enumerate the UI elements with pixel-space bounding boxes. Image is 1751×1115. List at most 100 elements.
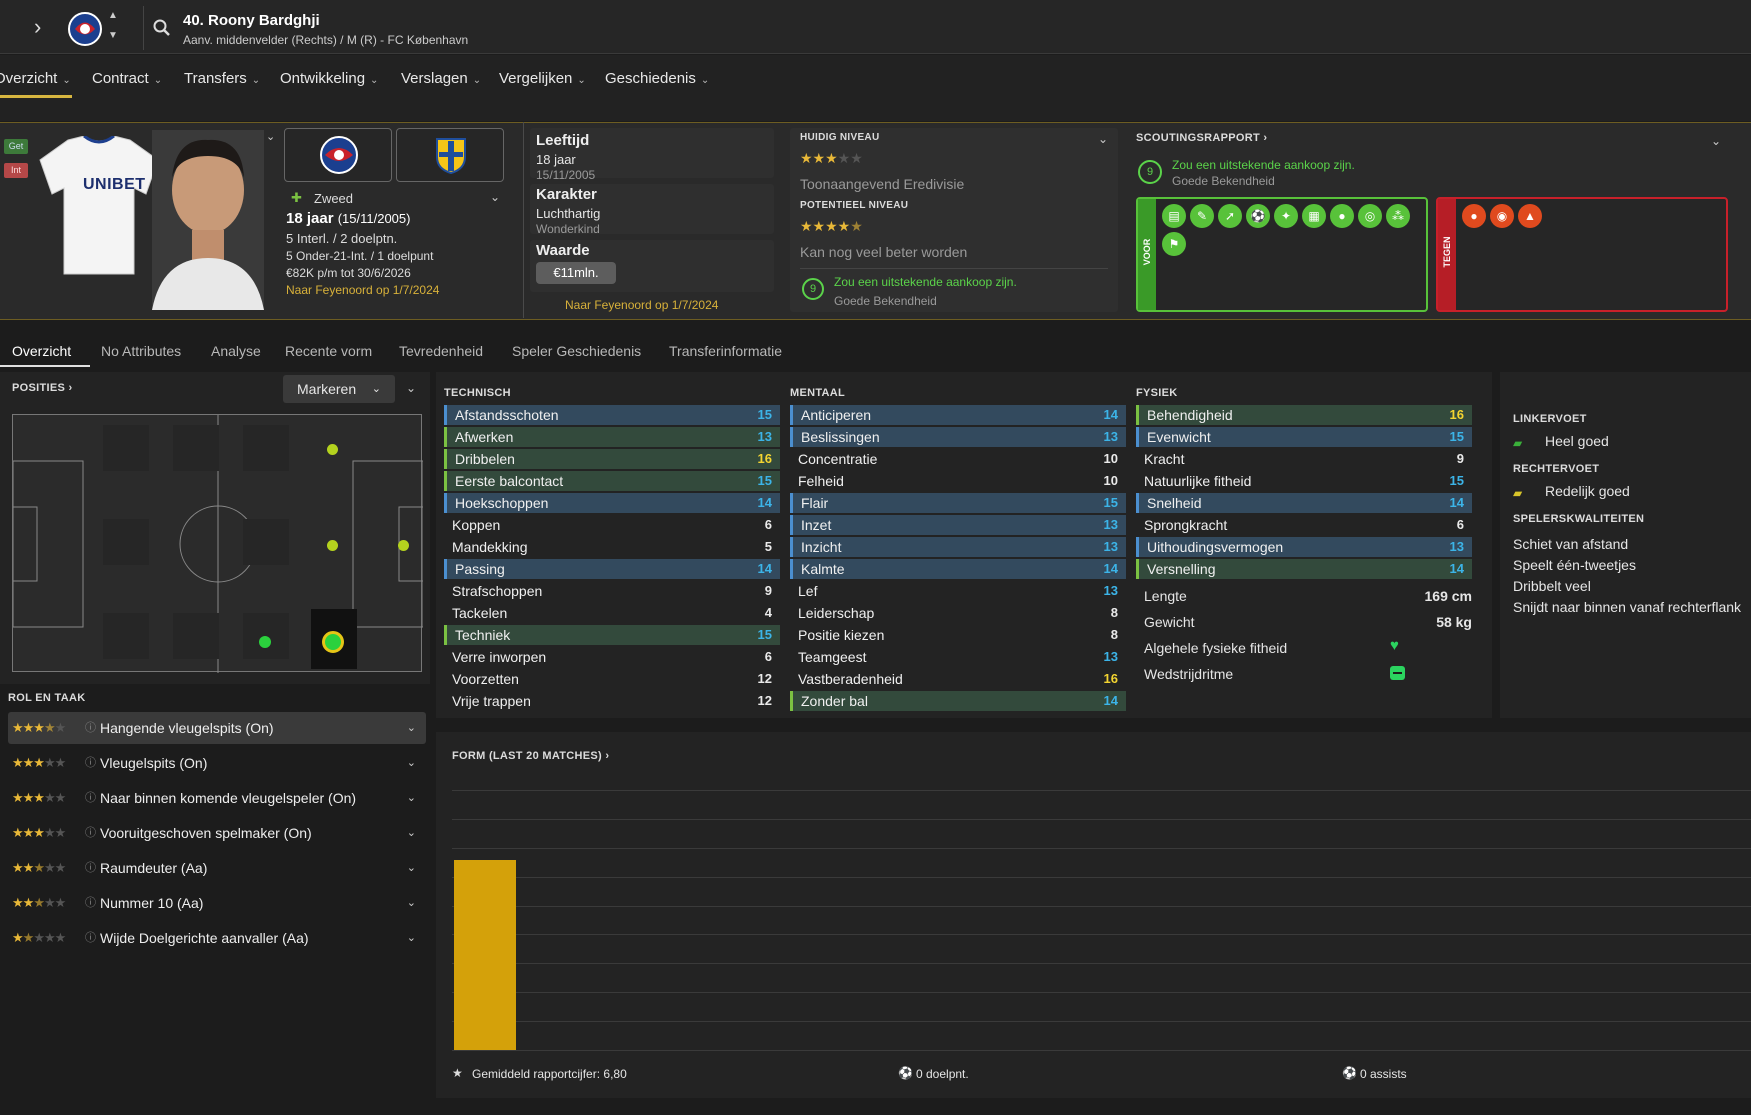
attribute-row[interactable]: Inzicht 13 — [790, 537, 1126, 557]
position-dot-wb[interactable] — [398, 540, 409, 551]
subtab-transferinformatie[interactable]: Transferinformatie — [669, 343, 782, 359]
attribute-row[interactable]: Voorzetten 12 — [444, 669, 780, 689]
position-dot-amc-r[interactable] — [327, 444, 338, 455]
attribute-value: 6 — [764, 649, 772, 664]
subtab-overzicht[interactable]: Overzicht — [12, 343, 71, 359]
attribute-row[interactable]: Verre inworpen 6 — [444, 647, 780, 667]
value-pill[interactable]: €11mln. — [536, 262, 616, 284]
positions-menu-icon[interactable]: ⌄ — [406, 381, 416, 395]
strength-icon-5[interactable]: ✦ — [1274, 204, 1298, 228]
strength-icon-2[interactable]: ✎ — [1190, 204, 1214, 228]
subtab-analyse[interactable]: Analyse — [211, 343, 261, 359]
club-crest-box[interactable] — [284, 128, 392, 182]
attribute-row[interactable]: Leiderschap 8 — [790, 603, 1126, 623]
position-dot-selected[interactable] — [322, 631, 344, 653]
search-icon[interactable] — [153, 19, 171, 37]
role-row-3[interactable]: ★★★★★ ⓘ Naar binnen komende vleugelspeler … — [8, 782, 426, 814]
attribute-row[interactable]: Mandekking 5 — [444, 537, 780, 557]
attribute-row[interactable]: Evenwicht 15 — [1136, 427, 1472, 447]
attribute-row[interactable]: Teamgeest 13 — [790, 647, 1126, 667]
attribute-row[interactable]: Afstandsschoten 15 — [444, 405, 780, 425]
national-team-crest-box[interactable] — [396, 128, 504, 182]
level-dropdown-icon[interactable]: ⌄ — [1098, 132, 1108, 146]
attribute-row[interactable]: Vrije trappen 12 — [444, 691, 780, 711]
weakness-icon-3[interactable]: ▲ — [1518, 204, 1542, 228]
attribute-row[interactable]: Tackelen 4 — [444, 603, 780, 623]
markeren-dropdown[interactable]: Markeren ⌄ — [283, 375, 395, 403]
attribute-row[interactable]: Snelheid 14 — [1136, 493, 1472, 513]
subtab-speler-geschiedenis[interactable]: Speler Geschiedenis — [512, 343, 641, 359]
get-badge[interactable]: Get — [4, 139, 28, 154]
subtab-recente-vorm[interactable]: Recente vorm — [285, 343, 372, 359]
position-dot-dm[interactable] — [259, 636, 271, 648]
scouting-dropdown-icon[interactable]: ⌄ — [1711, 134, 1721, 148]
form-bar[interactable] — [454, 859, 516, 1050]
attribute-row[interactable]: Zonder bal 14 — [790, 691, 1126, 711]
attribute-value: 4 — [764, 605, 772, 620]
role-row-7[interactable]: ★★★★★ ⓘ Wijde Doelgerichte aanvaller (Aa) ⌄ — [8, 922, 426, 954]
int-badge[interactable]: Int — [4, 163, 28, 178]
attribute-row[interactable]: Inzet 13 — [790, 515, 1126, 535]
attribute-row[interactable]: Passing 14 — [444, 559, 780, 579]
strength-icon-8[interactable]: ◎ — [1358, 204, 1382, 228]
attribute-row[interactable]: Lef 13 — [790, 581, 1126, 601]
positions-title[interactable]: POSITIES › — [12, 382, 72, 394]
role-row-6[interactable]: ★★★★★ ⓘ Nummer 10 (Aa) ⌄ — [8, 887, 426, 919]
transfer-line[interactable]: Naar Feyenoord op 1/7/2024 — [286, 283, 439, 297]
attribute-row[interactable]: Afwerken 13 — [444, 427, 780, 447]
weakness-icon-2[interactable]: ◉ — [1490, 204, 1514, 228]
strength-icon-10[interactable]: ⚑ — [1162, 232, 1186, 256]
attribute-row[interactable]: Behendigheid 16 — [1136, 405, 1472, 425]
role-row-4[interactable]: ★★★★★ ⓘ Vooruitgeschoven spelmaker (On) ⌄ — [8, 817, 426, 849]
menu-transfers[interactable]: Transfers ⌄ — [184, 70, 260, 87]
attribute-row[interactable]: Kracht 9 — [1136, 449, 1472, 469]
strength-icon-6[interactable]: ▦ — [1302, 204, 1326, 228]
menu-verslagen[interactable]: Verslagen ⌄ — [401, 70, 481, 87]
strength-icon-3[interactable]: ➚ — [1218, 204, 1242, 228]
chevron-up-icon[interactable]: ▲ — [108, 10, 118, 21]
menu-geschiedenis[interactable]: Geschiedenis ⌄ — [605, 70, 709, 87]
attribute-row[interactable]: Felheid 10 — [790, 471, 1126, 491]
role-row-1[interactable]: ★★★★★ ⓘ Hangende vleugelspits (On) ⌄ — [8, 712, 426, 744]
nationality-dropdown-icon[interactable]: ⌄ — [490, 190, 500, 204]
attribute-row[interactable]: Techniek 15 — [444, 625, 780, 645]
attribute-row[interactable]: Concentratie 10 — [790, 449, 1126, 469]
weakness-icon-1[interactable]: ● — [1462, 204, 1486, 228]
attribute-row[interactable]: Kalmte 14 — [790, 559, 1126, 579]
recommendation-score: 9 — [802, 278, 824, 300]
position-dot-mr[interactable] — [327, 540, 338, 551]
photo-menu-chevron-icon[interactable]: ⌄ — [266, 130, 275, 143]
attribute-row[interactable]: Eerste balcontact 15 — [444, 471, 780, 491]
attribute-row[interactable]: Dribbelen 16 — [444, 449, 780, 469]
attribute-row[interactable]: Koppen 6 — [444, 515, 780, 535]
attribute-row[interactable]: Positie kiezen 8 — [790, 625, 1126, 645]
attribute-row[interactable]: Natuurlijke fitheid 15 — [1136, 471, 1472, 491]
attribute-row[interactable]: Beslissingen 13 — [790, 427, 1126, 447]
menu-vergelijken[interactable]: Vergelijken ⌄ — [499, 70, 586, 87]
role-row-2[interactable]: ★★★★★ ⓘ Vleugelspits (On) ⌄ — [8, 747, 426, 779]
attribute-row[interactable]: Uithoudingsvermogen 13 — [1136, 537, 1472, 557]
club-crest[interactable] — [68, 12, 102, 46]
menu-overzicht[interactable]: Overzicht ⌄ — [0, 70, 71, 87]
strength-icon-7[interactable]: ● — [1330, 204, 1354, 228]
form-title[interactable]: FORM (LAST 20 MATCHES) › — [452, 750, 609, 762]
attribute-row[interactable]: Versnelling 14 — [1136, 559, 1472, 579]
strength-icon-1[interactable]: ▤ — [1162, 204, 1186, 228]
attribute-row[interactable]: Hoekschoppen 14 — [444, 493, 780, 513]
attribute-row[interactable]: Vastberadenheid 16 — [790, 669, 1126, 689]
subtab-no-attributes[interactable]: No Attributes — [101, 343, 181, 359]
strength-icon-4[interactable]: ⚽ — [1246, 204, 1270, 228]
menu-contract[interactable]: Contract ⌄ — [92, 70, 162, 87]
attribute-row[interactable]: Sprongkracht 6 — [1136, 515, 1472, 535]
role-row-5[interactable]: ★★★★★ ⓘ Raumdeuter (Aa) ⌄ — [8, 852, 426, 884]
attribute-row[interactable]: Anticiperen 14 — [790, 405, 1126, 425]
transfer-note[interactable]: Naar Feyenoord op 1/7/2024 — [565, 298, 718, 312]
attribute-row[interactable]: Strafschoppen 9 — [444, 581, 780, 601]
attribute-row[interactable]: Flair 15 — [790, 493, 1126, 513]
scouting-title[interactable]: SCOUTINGSRAPPORT › — [1136, 132, 1267, 144]
menu-ontwikkeling[interactable]: Ontwikkeling ⌄ — [280, 70, 378, 87]
chevron-down-icon[interactable]: ▼ — [108, 30, 118, 41]
subtab-tevredenheid[interactable]: Tevredenheid — [399, 343, 483, 359]
strength-icon-9[interactable]: ⁂ — [1386, 204, 1410, 228]
chevron-right-icon[interactable]: › — [34, 14, 41, 40]
